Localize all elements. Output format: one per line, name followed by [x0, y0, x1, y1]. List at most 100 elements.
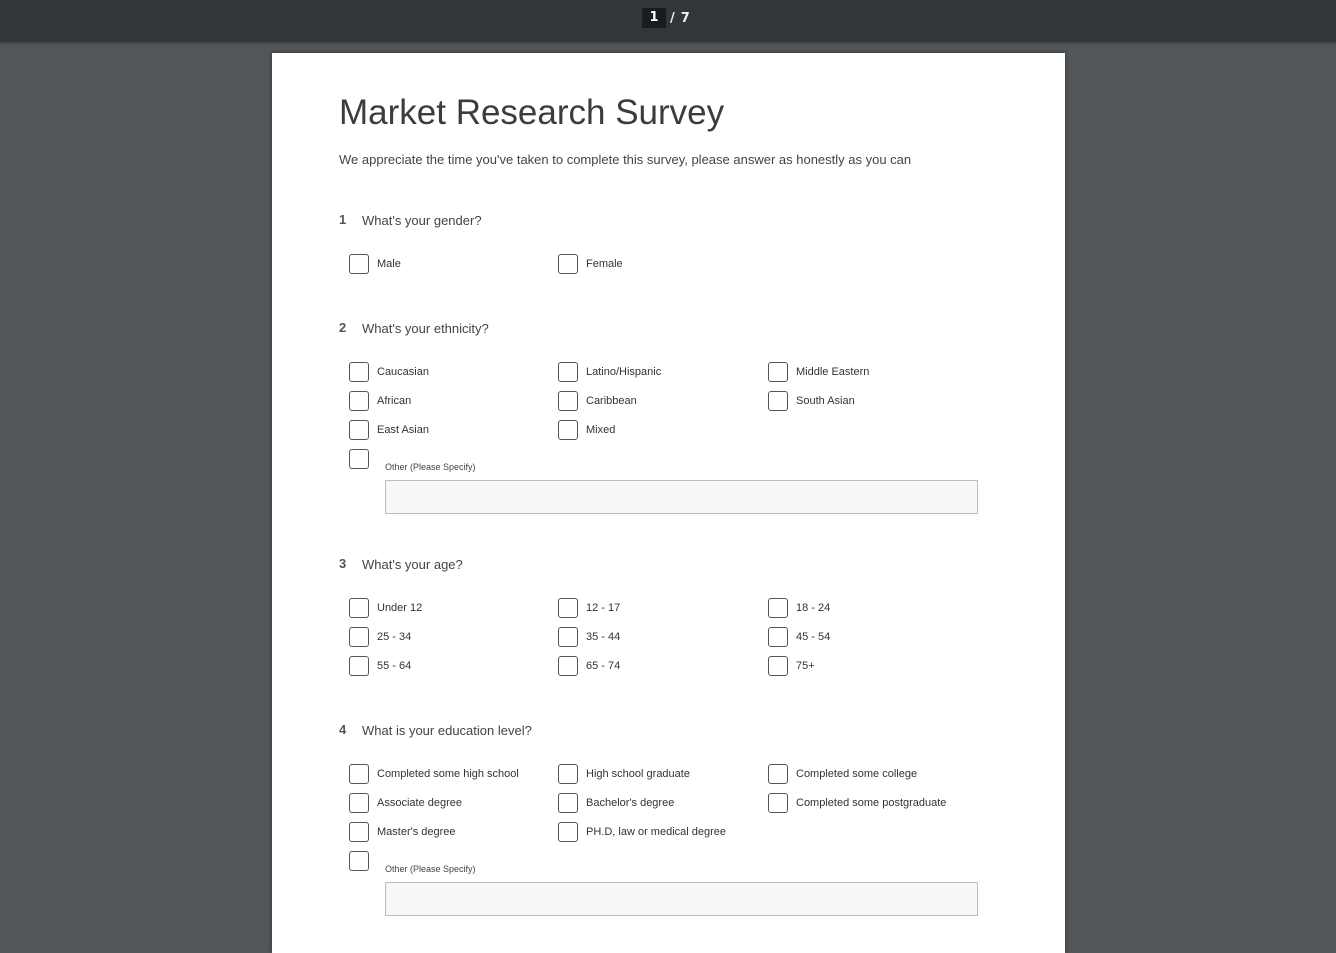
other-checkbox-option[interactable]	[349, 849, 369, 873]
checkbox-label: Under 12	[377, 602, 423, 614]
checkbox-label: 25 - 34	[377, 631, 412, 643]
checkbox[interactable]	[558, 793, 578, 813]
checkbox-label: 65 - 74	[586, 660, 621, 672]
checkbox[interactable]	[349, 362, 369, 382]
question-number: 4	[339, 722, 347, 737]
checkbox-label: Completed some postgraduate	[796, 797, 947, 809]
question-number: 3	[339, 556, 347, 571]
checkbox[interactable]	[768, 764, 788, 784]
checkbox[interactable]	[558, 391, 578, 411]
checkbox[interactable]	[349, 254, 369, 274]
checkbox-label: Associate degree	[377, 797, 462, 809]
checkbox-option[interactable]: PH.D, law or medical degree	[558, 820, 726, 844]
checkbox[interactable]	[768, 362, 788, 382]
pdf-page: Market Research Survey We appreciate the…	[272, 53, 1065, 953]
checkbox-label: Latino/Hispanic	[586, 366, 662, 378]
page-number-input[interactable]: 1	[642, 8, 666, 28]
checkbox-label: Caucasian	[377, 366, 429, 378]
question-text: What's your gender?	[362, 213, 482, 228]
checkbox-option[interactable]: 65 - 74	[558, 654, 620, 678]
checkbox-option[interactable]: Master's degree	[349, 820, 456, 844]
checkbox-label: Master's degree	[377, 826, 456, 838]
checkbox-label: Male	[377, 258, 401, 270]
checkbox-option[interactable]: 12 - 17	[558, 596, 620, 620]
checkbox-label: Completed some high school	[377, 768, 519, 780]
checkbox-label: 55 - 64	[377, 660, 412, 672]
question-text: What's your age?	[362, 557, 463, 572]
checkbox-option[interactable]: Under 12	[349, 596, 422, 620]
checkbox[interactable]	[558, 764, 578, 784]
checkbox-label: Caribbean	[586, 395, 637, 407]
page-separator: /	[670, 10, 675, 26]
checkbox[interactable]	[349, 764, 369, 784]
checkbox-label: South Asian	[796, 395, 855, 407]
intro-text: We appreciate the time you've taken to c…	[339, 152, 912, 167]
checkbox-option[interactable]: 35 - 44	[558, 625, 620, 649]
checkbox-label: East Asian	[377, 424, 429, 436]
checkbox-label: Mixed	[586, 424, 616, 436]
checkbox[interactable]	[349, 793, 369, 813]
checkbox[interactable]	[558, 656, 578, 676]
checkbox[interactable]	[558, 254, 578, 274]
checkbox[interactable]	[349, 656, 369, 676]
checkbox[interactable]	[349, 627, 369, 647]
checkbox[interactable]	[558, 420, 578, 440]
checkbox-option[interactable]: Caucasian	[349, 360, 429, 384]
other-specify-label: Other (Please Specify)	[385, 864, 476, 874]
other-specify-input[interactable]	[385, 480, 978, 514]
checkbox[interactable]	[768, 793, 788, 813]
other-specify-input[interactable]	[385, 882, 978, 916]
checkbox[interactable]	[558, 362, 578, 382]
checkbox[interactable]	[558, 822, 578, 842]
checkbox-label: 75+	[796, 660, 815, 672]
checkbox-option[interactable]: East Asian	[349, 418, 429, 442]
checkbox-option[interactable]: South Asian	[768, 389, 855, 413]
checkbox[interactable]	[768, 656, 788, 676]
checkbox[interactable]	[349, 822, 369, 842]
other-checkbox[interactable]	[349, 449, 369, 469]
checkbox-option[interactable]: Completed some postgraduate	[768, 791, 946, 815]
checkbox-label: Completed some college	[796, 768, 918, 780]
question-text: What is your education level?	[362, 723, 532, 738]
checkbox[interactable]	[558, 598, 578, 618]
checkbox-label: African	[377, 395, 412, 407]
checkbox[interactable]	[768, 627, 788, 647]
page-indicator: 1 / 7	[642, 8, 690, 28]
page-title: Market Research Survey	[339, 93, 725, 132]
checkbox-option[interactable]: Latino/Hispanic	[558, 360, 661, 384]
question-number: 1	[339, 212, 347, 227]
checkbox-option[interactable]: Mixed	[558, 418, 615, 442]
checkbox[interactable]	[768, 391, 788, 411]
checkbox-label: 45 - 54	[796, 631, 831, 643]
checkbox-option[interactable]: 55 - 64	[349, 654, 411, 678]
checkbox-label: Female	[586, 258, 623, 270]
checkbox-label: Bachelor's degree	[586, 797, 675, 809]
other-checkbox-option[interactable]	[349, 447, 369, 471]
checkbox-option[interactable]: Caribbean	[558, 389, 637, 413]
checkbox-option[interactable]: Bachelor's degree	[558, 791, 674, 815]
checkbox-option[interactable]: Male	[349, 252, 401, 276]
checkbox[interactable]	[349, 598, 369, 618]
checkbox-option[interactable]: Associate degree	[349, 791, 462, 815]
checkbox-option[interactable]: 75+	[768, 654, 815, 678]
question-number: 2	[339, 320, 347, 335]
checkbox-option[interactable]: Completed some college	[768, 762, 917, 786]
other-specify-label: Other (Please Specify)	[385, 462, 476, 472]
checkbox-option[interactable]: Female	[558, 252, 623, 276]
checkbox-option[interactable]: Middle Eastern	[768, 360, 869, 384]
checkbox-label: 35 - 44	[586, 631, 621, 643]
checkbox-option[interactable]: 18 - 24	[768, 596, 830, 620]
checkbox-option[interactable]: 45 - 54	[768, 625, 830, 649]
pdf-toolbar: 1 / 7	[0, 0, 1336, 42]
checkbox-option[interactable]: African	[349, 389, 411, 413]
checkbox-option[interactable]: 25 - 34	[349, 625, 411, 649]
checkbox-option[interactable]: High school graduate	[558, 762, 690, 786]
checkbox-label: Middle Eastern	[796, 366, 870, 378]
checkbox-label: High school graduate	[586, 768, 690, 780]
other-checkbox[interactable]	[349, 851, 369, 871]
checkbox[interactable]	[768, 598, 788, 618]
checkbox[interactable]	[349, 391, 369, 411]
checkbox-option[interactable]: Completed some high school	[349, 762, 519, 786]
checkbox[interactable]	[349, 420, 369, 440]
checkbox[interactable]	[558, 627, 578, 647]
